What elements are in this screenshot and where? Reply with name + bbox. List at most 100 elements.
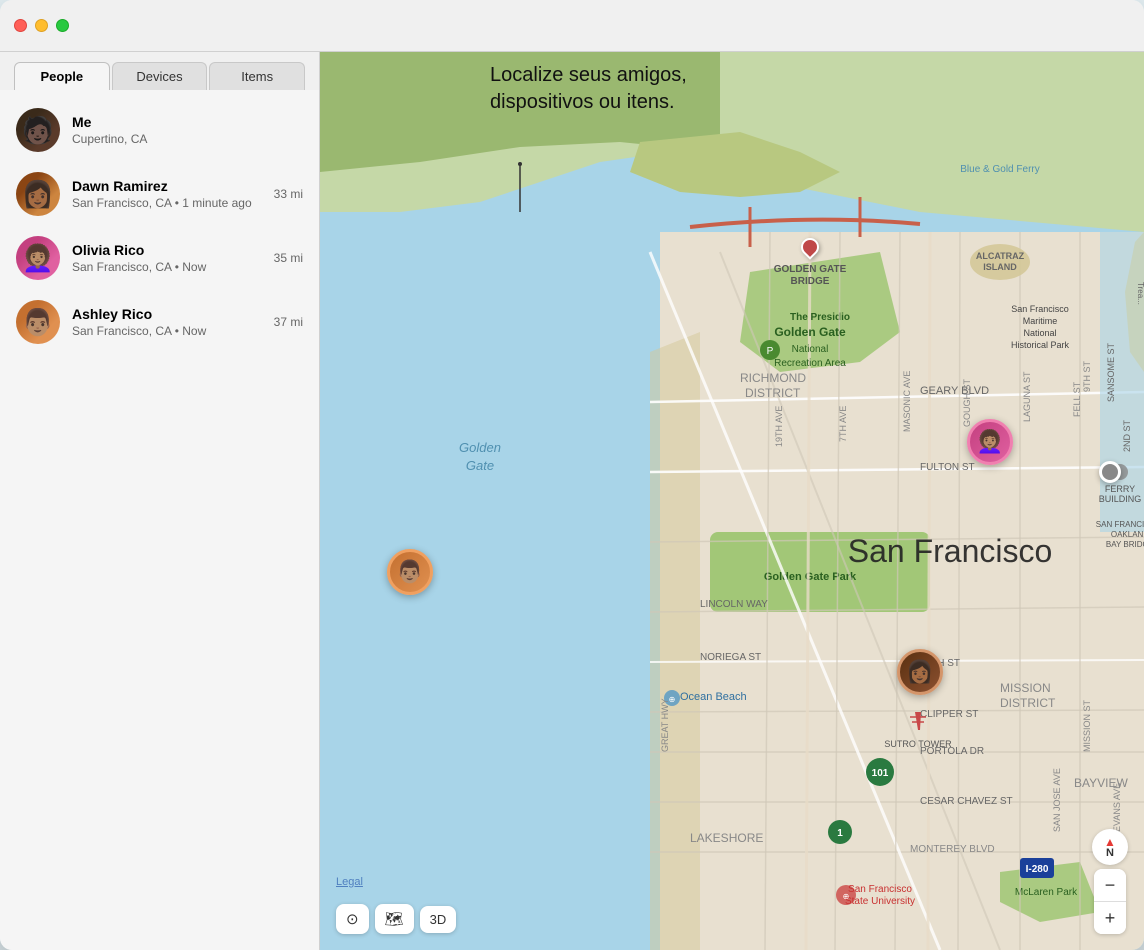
person-name: Olivia Rico [72, 242, 262, 258]
3d-label: 3D [430, 912, 447, 927]
map-controls: ⊙ 🗺 3D [336, 904, 456, 934]
svg-text:LINCOLN WAY: LINCOLN WAY [700, 599, 768, 610]
svg-text:ISLAND: ISLAND [983, 262, 1017, 272]
svg-text:FELL ST: FELL ST [1072, 381, 1082, 417]
list-item[interactable]: 🧑🏿 Me Cupertino, CA [0, 98, 319, 162]
3d-button[interactable]: 3D [420, 906, 457, 933]
svg-text:Gate: Gate [466, 458, 494, 473]
svg-text:101: 101 [872, 768, 889, 779]
person-distance: 33 mi [274, 187, 303, 201]
svg-text:BUILDING: BUILDING [1099, 494, 1142, 504]
svg-text:MASONIC AVE: MASONIC AVE [902, 371, 912, 432]
titlebar [0, 0, 1144, 52]
svg-text:SANSOME ST: SANSOME ST [1106, 342, 1116, 402]
svg-text:Golden Gate: Golden Gate [774, 325, 846, 339]
svg-text:Ocean Beach: Ocean Beach [680, 691, 747, 703]
zoom-in-button[interactable]: + [1094, 902, 1126, 934]
minimize-button[interactable] [35, 19, 48, 32]
map-pin-dawn[interactable]: 👩🏾 [897, 649, 943, 695]
svg-text:Historical Park: Historical Park [1011, 340, 1070, 350]
zoom-controls: − + [1094, 869, 1126, 934]
svg-text:SUTRO TOWER: SUTRO TOWER [884, 739, 952, 749]
svg-text:2ND ST: 2ND ST [1122, 419, 1132, 452]
map-pin-olivia[interactable]: 👩🏽‍🦱 [967, 419, 1013, 465]
close-button[interactable] [14, 19, 27, 32]
avatar: 👩🏾 [16, 172, 60, 216]
svg-text:I-280: I-280 [1026, 864, 1049, 875]
person-distance: 35 mi [274, 251, 303, 265]
svg-text:GREAT HWY: GREAT HWY [660, 698, 670, 752]
svg-text:ALCATRAZ: ALCATRAZ [976, 251, 1025, 261]
person-info: Dawn Ramirez San Francisco, CA • 1 minut… [72, 178, 262, 210]
svg-text:GOLDEN GATE: GOLDEN GATE [774, 264, 847, 275]
list-item[interactable]: 👨🏽 Ashley Rico San Francisco, CA • Now 3… [0, 290, 319, 354]
traffic-lights [14, 19, 69, 32]
avatar-emoji: 👩🏾 [16, 172, 60, 216]
map-type-button[interactable]: 🗺 [375, 904, 414, 934]
svg-text:San Francisco: San Francisco [848, 884, 912, 895]
avatar-emoji: 👩🏽‍🦱 [16, 236, 60, 280]
app-window: People Devices Items 🧑🏿 Me Cupertino, CA [0, 0, 1144, 950]
svg-text:RICHMOND: RICHMOND [740, 371, 806, 385]
svg-text:P: P [767, 346, 774, 357]
avatar-emoji: 👨🏽 [16, 300, 60, 344]
svg-text:BRIDGE: BRIDGE [791, 276, 830, 287]
person-name: Me [72, 114, 303, 130]
zoom-out-button[interactable]: − [1094, 869, 1126, 901]
svg-text:McLaren Park: McLaren Park [1015, 887, 1078, 898]
sidebar: People Devices Items 🧑🏿 Me Cupertino, CA [0, 52, 320, 950]
person-info: Me Cupertino, CA [72, 114, 303, 146]
tab-items[interactable]: Items [209, 62, 305, 90]
svg-text:1: 1 [837, 828, 843, 839]
svg-text:SAN JOSE AVE: SAN JOSE AVE [1052, 768, 1062, 832]
svg-text:CLIPPER ST: CLIPPER ST [920, 709, 978, 720]
avatar: 🧑🏿 [16, 108, 60, 152]
person-info: Ashley Rico San Francisco, CA • Now [72, 306, 262, 338]
main-content: People Devices Items 🧑🏿 Me Cupertino, CA [0, 52, 1144, 950]
person-name: Ashley Rico [72, 306, 262, 322]
legal-link[interactable]: Legal [336, 876, 363, 888]
person-list: 🧑🏿 Me Cupertino, CA 👩🏾 Dawn Ramirez San … [0, 90, 319, 950]
svg-text:GEARY BLVD: GEARY BLVD [920, 385, 989, 397]
tab-people[interactable]: People [14, 62, 110, 90]
svg-text:LAGUNA ST: LAGUNA ST [1022, 371, 1032, 422]
svg-text:DISTRICT: DISTRICT [1000, 696, 1056, 710]
map-pin-ashley[interactable]: 👨🏽 [387, 549, 433, 595]
tab-devices[interactable]: Devices [112, 62, 208, 90]
map-pin-bridge [801, 238, 819, 256]
map-background: Golden Gate Park The Presidio McLaren Pa… [320, 52, 1144, 950]
location-button[interactable]: ⊙ [336, 904, 369, 934]
svg-text:The Presidio: The Presidio [790, 312, 850, 323]
maximize-button[interactable] [56, 19, 69, 32]
svg-text:Golden: Golden [459, 440, 501, 455]
person-info: Olivia Rico San Francisco, CA • Now [72, 242, 262, 274]
svg-text:FERRY: FERRY [1105, 484, 1135, 494]
avatar-emoji: 🧑🏿 [16, 108, 60, 152]
svg-text:National: National [792, 344, 829, 355]
avatar: 👨🏽 [16, 300, 60, 344]
person-location: San Francisco, CA • Now [72, 324, 262, 338]
person-location: San Francisco, CA • 1 minute ago [72, 196, 262, 210]
svg-text:San Francisco: San Francisco [848, 533, 1053, 569]
person-name: Dawn Ramirez [72, 178, 262, 194]
map-controls-right: ▲ N − + [1092, 829, 1128, 934]
location-icon: ⊙ [346, 910, 359, 928]
svg-text:Trea...: Trea... [1136, 282, 1144, 305]
compass[interactable]: ▲ N [1092, 829, 1128, 865]
svg-text:9TH ST: 9TH ST [1082, 360, 1092, 392]
svg-text:Blue & Gold Ferry: Blue & Gold Ferry [960, 164, 1039, 175]
svg-text:Maritime: Maritime [1023, 316, 1058, 326]
svg-text:OAKLAND: OAKLAND [1111, 530, 1144, 539]
svg-text:DISTRICT: DISTRICT [745, 386, 801, 400]
svg-text:LAKESHORE: LAKESHORE [690, 831, 763, 845]
svg-text:MISSION ST: MISSION ST [1082, 699, 1092, 752]
compass-north: ▲ [1104, 836, 1116, 848]
svg-text:San Francisco: San Francisco [1011, 304, 1069, 314]
tab-bar: People Devices Items [0, 52, 319, 90]
svg-text:⊕: ⊕ [843, 892, 850, 901]
svg-text:NORIEGA ST: NORIEGA ST [700, 652, 761, 663]
list-item[interactable]: 👩🏾 Dawn Ramirez San Francisco, CA • 1 mi… [0, 162, 319, 226]
svg-text:National: National [1023, 328, 1056, 338]
map-area[interactable]: Golden Gate Park The Presidio McLaren Pa… [320, 52, 1144, 950]
list-item[interactable]: 👩🏽‍🦱 Olivia Rico San Francisco, CA • Now… [0, 226, 319, 290]
